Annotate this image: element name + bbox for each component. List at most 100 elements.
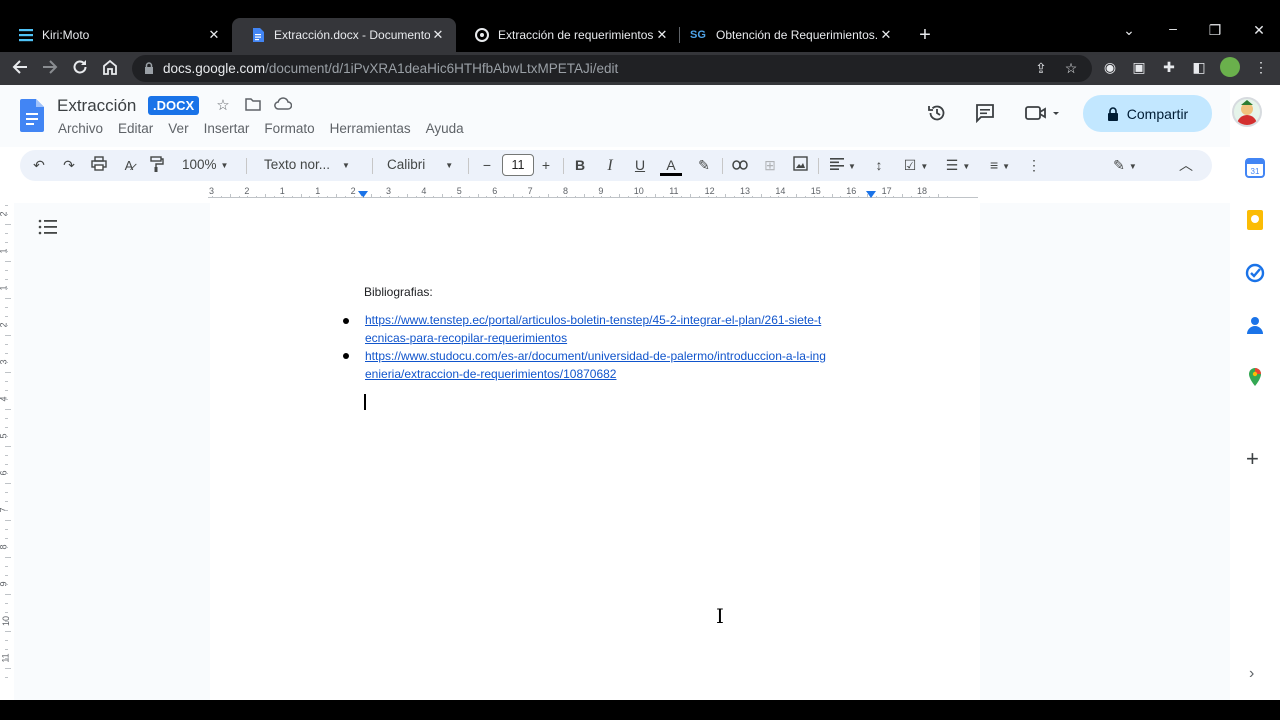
editing-mode-dropdown[interactable]: ✎ ▼ (1108, 156, 1142, 176)
insert-link-icon[interactable] (731, 156, 749, 175)
maps-icon[interactable] (1245, 367, 1265, 387)
ruler-tick (636, 196, 638, 198)
close-tab-icon[interactable]: ✕ (206, 27, 222, 43)
add-comment-icon[interactable]: ⊞ (761, 156, 779, 175)
ruler-tick (548, 194, 550, 198)
underline-icon[interactable]: U (632, 156, 648, 175)
toolbar-divider (246, 158, 247, 174)
close-window-button[interactable]: ✕ (1249, 22, 1269, 39)
paint-format-icon[interactable] (148, 156, 166, 177)
bibliography-link-2-line-1[interactable]: https://www.studocu.com/es-ar/document/u… (365, 349, 826, 363)
ruler-tick (371, 194, 373, 198)
highlight-icon[interactable]: ✎ (695, 156, 713, 175)
extension-image-icon[interactable]: ▣ (1130, 58, 1148, 76)
menu-formato[interactable]: Formato (264, 121, 314, 136)
zoom-dropdown[interactable]: 100% ▼ (182, 157, 228, 172)
arrow-left-icon (12, 60, 27, 74)
ruler-tick (238, 196, 240, 198)
font-size-input[interactable]: 11 (502, 154, 534, 176)
bibliography-link-2-line-2[interactable]: enieria/extraccion-de-requerimientos/108… (365, 367, 616, 381)
move-folder-icon[interactable] (244, 97, 262, 115)
forward-button[interactable] (40, 58, 60, 78)
ruler-tick (574, 196, 576, 198)
align-dropdown[interactable]: ▼ (827, 156, 859, 176)
menu-editar[interactable]: Editar (118, 121, 153, 136)
spellcheck-icon[interactable]: A̷ (120, 156, 138, 175)
vertical-ruler-tick (5, 658, 8, 660)
profile-avatar-icon[interactable] (1220, 57, 1240, 77)
undo-icon[interactable]: ↶ (30, 156, 48, 175)
ruler-number: 5 (456, 186, 462, 196)
chrome-menu-icon[interactable]: ⋮ (1252, 58, 1270, 76)
meet-button[interactable] (1025, 103, 1059, 128)
bibliography-link-1-line-2[interactable]: ecnicas-para-recopilar-requerimientos (365, 331, 567, 345)
document-title[interactable]: Extracción (57, 96, 136, 116)
calendar-icon[interactable]: 31 (1245, 158, 1265, 178)
font-dropdown[interactable]: Calibri ▼ (387, 157, 453, 172)
insert-image-icon[interactable] (791, 156, 809, 176)
close-tab-icon[interactable]: ✕ (430, 27, 446, 43)
text-color-bar (660, 173, 682, 176)
comments-icon[interactable] (975, 103, 995, 128)
checklist-dropdown[interactable]: ☑ ▼ (900, 156, 932, 176)
menu-ayuda[interactable]: Ayuda (426, 121, 464, 136)
close-tab-icon[interactable]: ✕ (878, 27, 894, 43)
menu-herramientas[interactable]: Herramientas (330, 121, 411, 136)
collapse-menus-icon[interactable]: ︿ (1178, 156, 1194, 175)
text-color-icon[interactable]: A (660, 156, 682, 176)
italic-icon[interactable]: I (602, 156, 618, 175)
document-page[interactable] (210, 203, 980, 700)
bookmark-star-icon[interactable]: ☆ (1062, 60, 1080, 77)
back-button[interactable] (10, 58, 30, 78)
numbered-list-dropdown[interactable]: ≡ ▼ (984, 156, 1016, 176)
star-icon[interactable]: ☆ (214, 97, 232, 115)
bold-icon[interactable]: B (572, 156, 588, 175)
menu-archivo[interactable]: Archivo (58, 121, 103, 136)
print-icon[interactable] (90, 156, 108, 176)
decrease-font-size-icon[interactable]: − (479, 156, 495, 175)
home-button[interactable] (100, 58, 120, 78)
docs-logo-icon[interactable] (20, 99, 44, 132)
screen: Kiri:Moto ✕ Extracción.docx - Documentos… (0, 0, 1280, 720)
tab-extraccion-requerimientos[interactable]: Extracción de requerimientos - E ✕ (456, 18, 680, 52)
extensions-puzzle-icon[interactable]: ✚ (1160, 58, 1178, 76)
tab-extraccion-docx[interactable]: Extracción.docx - Documentos de Google ✕ (232, 18, 456, 52)
vertical-ruler-tick (5, 667, 11, 669)
ruler-number: 10 (633, 186, 644, 196)
redo-icon[interactable]: ↷ (60, 156, 78, 175)
minimize-button[interactable]: – (1163, 20, 1183, 36)
reload-button[interactable] (70, 58, 90, 78)
ruler-tick (663, 196, 665, 198)
share-button[interactable]: Compartir (1083, 95, 1212, 132)
bibliography-link-1-line-1[interactable]: https://www.tenstep.ec/portal/articulos-… (365, 313, 821, 327)
maximize-button[interactable]: ❐ (1205, 22, 1225, 39)
tab-search-icon[interactable]: ⌄ (1119, 22, 1139, 39)
paragraph-style-dropdown[interactable]: Texto nor... ▼ (264, 157, 350, 172)
extension-bulb-icon[interactable]: ◉ (1101, 58, 1119, 76)
get-addons-icon[interactable]: + (1246, 448, 1259, 470)
version-history-icon[interactable] (927, 103, 947, 128)
share-page-icon[interactable]: ⇪ (1032, 60, 1050, 77)
more-options-icon[interactable]: ⋮ (1026, 156, 1042, 175)
tasks-icon[interactable] (1245, 263, 1265, 283)
account-avatar[interactable] (1232, 97, 1262, 127)
keep-icon[interactable] (1245, 210, 1265, 230)
tab-kiri-moto[interactable]: Kiri:Moto ✕ (0, 18, 232, 52)
address-bar[interactable]: docs.google.com/document/d/1iPvXRA1deaHi… (132, 55, 1092, 82)
ruler-tick (583, 194, 585, 198)
document-outline-icon[interactable] (38, 218, 58, 236)
kiri-moto-icon (19, 29, 33, 42)
side-panel-icon[interactable]: ◧ (1190, 58, 1208, 76)
close-tab-icon[interactable]: ✕ (654, 27, 670, 43)
menu-bar: Archivo Editar Ver Insertar Formato Herr… (58, 121, 464, 136)
line-spacing-icon[interactable]: ↕ (870, 156, 888, 175)
new-tab-button[interactable]: + (914, 24, 936, 46)
bulleted-list-dropdown[interactable]: ☰ ▼ (942, 156, 974, 176)
cloud-status-icon[interactable] (274, 97, 293, 115)
contacts-icon[interactable] (1245, 315, 1265, 335)
tab-obtencion-requerimientos[interactable]: SG Obtención de Requerimientos. Té ✕ (680, 18, 904, 52)
chevron-right-icon[interactable]: › (1249, 665, 1254, 683)
menu-insertar[interactable]: Insertar (204, 121, 250, 136)
menu-ver[interactable]: Ver (168, 121, 188, 136)
increase-font-size-icon[interactable]: + (538, 156, 554, 175)
